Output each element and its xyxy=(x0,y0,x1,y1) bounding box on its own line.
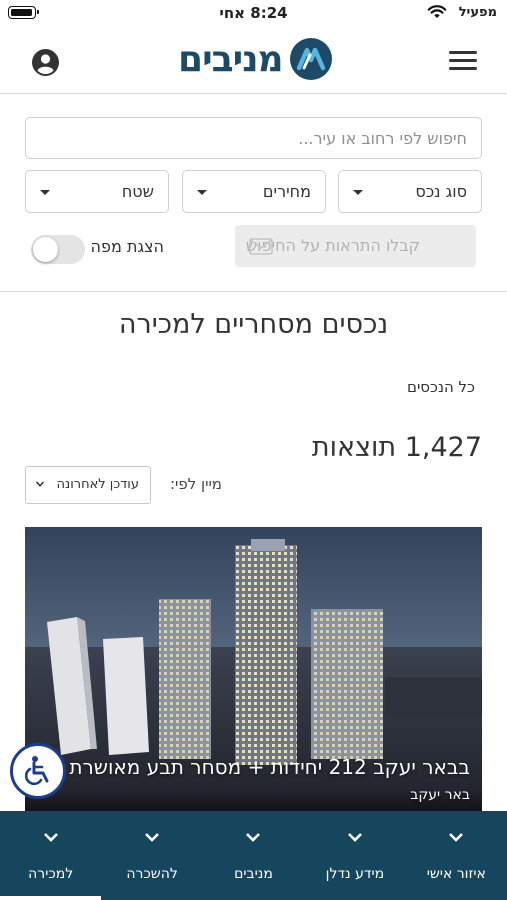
status-bar: 8:24 אחי מפעיל xyxy=(0,0,507,28)
results-count: 1,427 תוצאות xyxy=(311,432,482,463)
caret-down-icon xyxy=(40,190,50,195)
nav-item-real-estate-info[interactable]: מידע נדלן xyxy=(304,811,405,900)
caret-down-icon xyxy=(353,190,363,195)
nav-item-manivim[interactable]: מניבים xyxy=(203,811,304,900)
listing-title: בבאר יעקב 212 יחידות + מסחר תבע מאושרת xyxy=(69,755,470,779)
bottom-nav: איזור אישי מידע נדלן מניבים להשכרה למכיר… xyxy=(0,811,507,900)
nav-label: מידע נדלן xyxy=(325,866,385,882)
toggle-knob xyxy=(33,237,58,262)
wheelchair-icon xyxy=(24,756,49,786)
sort-select[interactable]: עודכן לאחרונה xyxy=(25,466,151,504)
sort-value: עודכן לאחרונה xyxy=(56,477,139,492)
app-header: מניבים xyxy=(0,28,507,94)
chevron-down-icon xyxy=(203,827,304,846)
envelope-icon xyxy=(249,238,273,255)
page-title: נכסים מסחריים למכירה xyxy=(118,309,389,340)
nav-label: למכירה xyxy=(28,866,74,882)
all-properties-link[interactable]: כל הנכסים xyxy=(407,378,475,396)
chevron-down-icon xyxy=(0,827,101,846)
property-type-select[interactable]: סוג נכס xyxy=(338,170,482,213)
prices-label: מחירים xyxy=(262,182,311,201)
map-toggle-label: הצגת מפה xyxy=(90,237,164,256)
nav-label: איזור אישי xyxy=(426,866,486,882)
accessibility-button[interactable] xyxy=(10,743,66,799)
listing-card[interactable]: בבאר יעקב 212 יחידות + מסחר תבע מאושרת ב… xyxy=(25,527,482,817)
user-circle-icon[interactable] xyxy=(32,49,59,76)
sort-label: מיין לפי: xyxy=(169,475,222,493)
search-input[interactable] xyxy=(25,117,482,159)
wifi-icon xyxy=(427,5,447,18)
chevron-down-icon xyxy=(304,827,405,846)
prices-select[interactable]: מחירים xyxy=(182,170,326,213)
chevron-down-icon xyxy=(406,827,507,846)
carrier-name: מפעיל xyxy=(458,5,497,20)
logo-mark-icon xyxy=(289,38,332,80)
hamburger-icon[interactable] xyxy=(449,51,477,71)
nav-label: להשכרה xyxy=(126,866,178,882)
nav-item-for-rent[interactable]: להשכרה xyxy=(101,811,202,900)
nav-label: מניבים xyxy=(234,866,273,882)
search-alerts-button[interactable]: קבלו התראות על החיפוש xyxy=(235,225,476,267)
area-label: שטח xyxy=(121,182,154,201)
section-divider xyxy=(0,291,507,292)
map-toggle-switch[interactable] xyxy=(31,235,85,264)
brand-logo[interactable]: מניבים xyxy=(178,36,333,82)
chevron-down-icon xyxy=(35,479,45,492)
listing-city: באר יעקב xyxy=(410,787,470,803)
logo-text: מניבים xyxy=(178,38,284,80)
nav-item-personal-area[interactable]: איזור אישי xyxy=(406,811,507,900)
chevron-down-icon xyxy=(101,827,202,846)
caret-down-icon xyxy=(197,190,207,195)
property-type-label: סוג נכס xyxy=(415,182,467,201)
area-select[interactable]: שטח xyxy=(25,170,169,213)
nav-item-for-sale[interactable]: למכירה xyxy=(0,811,102,900)
